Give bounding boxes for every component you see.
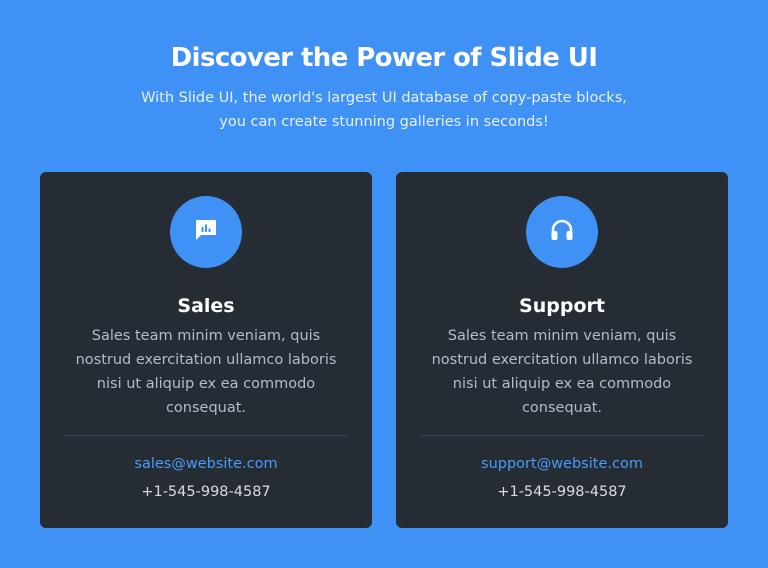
sales-card: Sales Sales team minim veniam, quis nost…: [40, 172, 372, 528]
sales-divider: [64, 435, 348, 436]
sales-phone: +1-545-998-4587: [141, 484, 271, 500]
support-divider: [420, 435, 704, 436]
support-description: Sales team minim veniam, quis nostrud ex…: [431, 328, 693, 416]
support-phone: +1-545-998-4587: [497, 484, 627, 500]
sales-icon-badge: [170, 196, 242, 268]
support-card: Support Sales team minim veniam, quis no…: [396, 172, 728, 528]
support-icon-badge: [526, 196, 598, 268]
support-title: Support: [519, 295, 605, 317]
sales-email-link[interactable]: sales@website.com: [40, 453, 372, 475]
headphones-icon: [547, 215, 577, 249]
sales-title: Sales: [177, 295, 235, 317]
page-subtitle: With Slide UI, the world's largest UI da…: [141, 90, 627, 130]
support-email-link[interactable]: support@website.com: [396, 453, 728, 475]
sales-description: Sales team minim veniam, quis nostrud ex…: [75, 328, 337, 416]
chat-chart-icon: [192, 216, 220, 248]
page-title: Discover the Power of Slide UI: [170, 43, 598, 73]
